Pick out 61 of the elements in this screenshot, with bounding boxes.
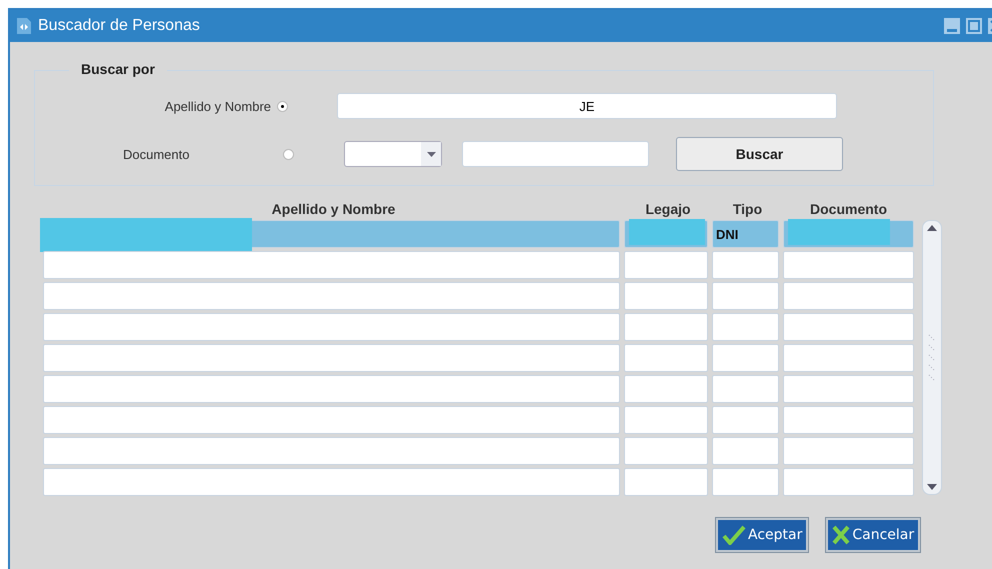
table-cell[interactable] [712, 344, 779, 372]
table-cell[interactable] [783, 282, 914, 310]
option-label: Documento [123, 146, 190, 162]
table-cell[interactable] [712, 437, 779, 465]
table-cell[interactable] [624, 220, 708, 248]
table-cell[interactable] [783, 313, 914, 341]
accept-button[interactable]: Aceptar [716, 518, 808, 552]
table-cell[interactable] [43, 468, 620, 496]
table-cell[interactable] [783, 406, 914, 434]
table-cell[interactable] [624, 468, 708, 496]
table-cell[interactable] [624, 313, 708, 341]
table-cell[interactable] [624, 282, 708, 310]
table-cell[interactable] [783, 437, 914, 465]
column-header: Documento [809, 201, 888, 217]
minimize-icon[interactable] [944, 18, 960, 34]
table-cell[interactable] [43, 406, 620, 434]
column-header: Apellido y Nombre [270, 201, 396, 217]
search-button[interactable]: Buscar [676, 137, 843, 171]
table-cell[interactable] [624, 251, 708, 279]
table-cell[interactable] [783, 220, 914, 248]
maximize-icon[interactable] [966, 18, 982, 34]
table-cell[interactable] [783, 375, 914, 403]
radio-button[interactable] [283, 148, 294, 160]
table-cell[interactable] [624, 437, 708, 465]
group-title: Buscar por [69, 61, 167, 77]
table-cell[interactable]: DNI [712, 220, 779, 248]
table-cell[interactable] [43, 251, 620, 279]
table-cell[interactable] [783, 468, 914, 496]
caret-icon [426, 152, 436, 156]
table-cell[interactable] [624, 375, 708, 403]
table-cell[interactable] [712, 313, 779, 341]
table-cell[interactable] [43, 282, 620, 310]
grip-icon [928, 332, 936, 382]
radio-button[interactable] [277, 100, 288, 112]
type-dropdown[interactable] [344, 141, 442, 167]
window-title: Buscador de Personas [38, 17, 200, 35]
table-cell[interactable] [712, 282, 779, 310]
name-input[interactable]: JE [337, 93, 837, 119]
app-icon [16, 17, 32, 35]
scrollbar[interactable] [922, 220, 942, 495]
table-cell[interactable] [712, 406, 779, 434]
document-input[interactable] [462, 141, 649, 167]
table-cell[interactable] [783, 344, 914, 372]
cancel-button[interactable]: Cancelar [826, 518, 920, 552]
column-header: Legajo [644, 201, 692, 217]
x-icon [832, 525, 850, 545]
table-cell[interactable] [43, 375, 620, 403]
table-cell[interactable] [43, 437, 620, 465]
table-cell[interactable] [712, 251, 779, 279]
check-icon [722, 525, 746, 545]
down-arrow-icon[interactable] [927, 482, 937, 490]
table-cell[interactable] [43, 344, 620, 372]
up-arrow-icon[interactable] [927, 225, 937, 233]
table-cell[interactable] [624, 406, 708, 434]
table-cell[interactable] [783, 251, 914, 279]
table-cell[interactable] [712, 375, 779, 403]
table-cell[interactable] [712, 468, 779, 496]
column-header: Tipo [732, 201, 764, 217]
table-cell[interactable] [43, 313, 620, 341]
table-cell[interactable] [624, 344, 708, 372]
option-label: Apellido y Nombre [164, 98, 271, 114]
